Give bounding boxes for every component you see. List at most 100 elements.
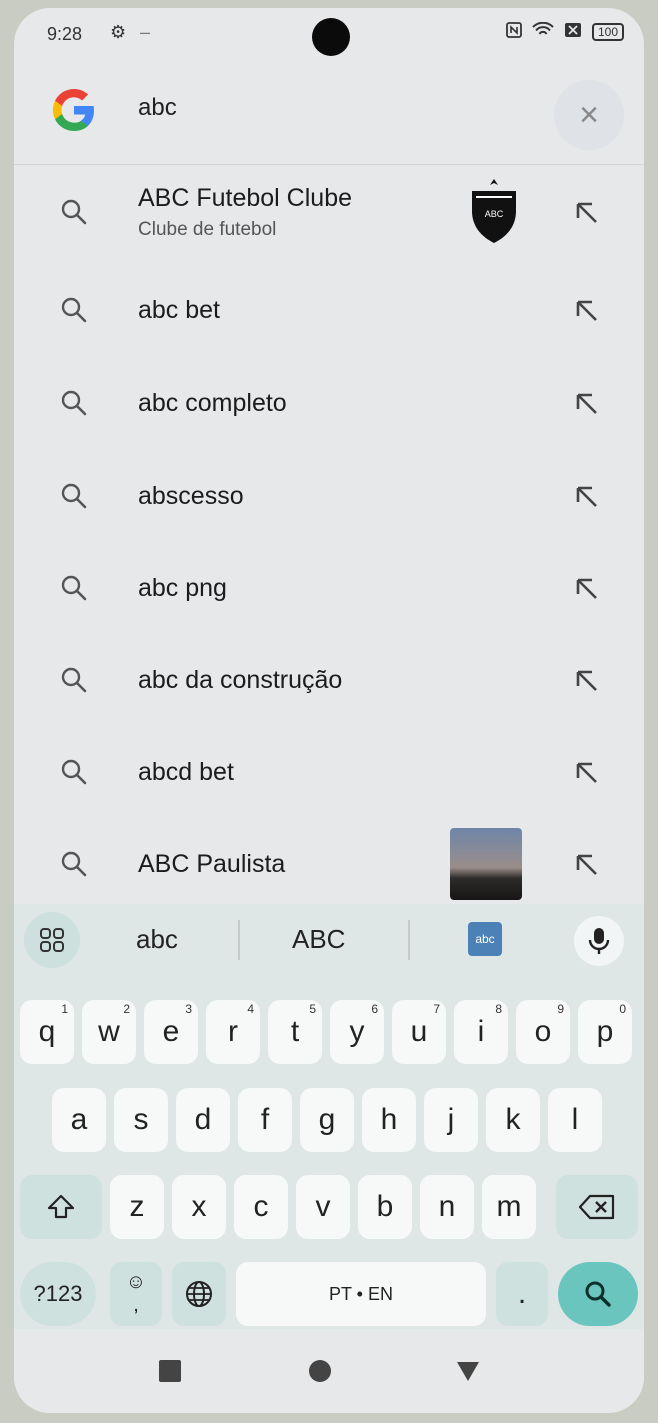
apps-grid-button[interactable] xyxy=(24,912,80,968)
status-bar: 9:28 ⚙ – 100 xyxy=(14,8,644,60)
key-b[interactable]: b xyxy=(358,1175,412,1239)
key-t[interactable]: t5 xyxy=(268,1000,322,1064)
fill-query-arrow-icon[interactable] xyxy=(568,194,604,230)
key-label: r xyxy=(228,1015,238,1048)
suggestion-item[interactable]: abcd bet xyxy=(14,726,644,818)
key-z[interactable]: z xyxy=(110,1175,164,1239)
abc-fc-crest-image: ABC xyxy=(466,177,522,247)
suggestion-title: abc bet xyxy=(138,295,221,324)
key-x[interactable]: x xyxy=(172,1175,226,1239)
fill-query-arrow-icon[interactable] xyxy=(568,292,604,328)
key-hint: 6 xyxy=(371,1002,378,1016)
svg-text:ABC: ABC xyxy=(485,209,504,219)
key-v[interactable]: v xyxy=(296,1175,350,1239)
space-key[interactable]: PT • EN xyxy=(236,1262,486,1326)
suggestion-subtitle: Clube de futebol xyxy=(138,218,277,240)
shift-key[interactable] xyxy=(20,1175,102,1239)
fill-query-arrow-icon[interactable] xyxy=(568,754,604,790)
search-icon xyxy=(54,752,94,792)
suggestion-item[interactable]: ABC Paulista xyxy=(14,818,644,910)
word-suggestion[interactable]: abc xyxy=(136,924,178,955)
suggestion-title: ABC Paulista xyxy=(138,849,286,878)
screen: 9:28 ⚙ – 100 abc × ABC Futebol Clube Clu… xyxy=(14,8,644,1413)
search-icon xyxy=(54,192,94,232)
close-icon: × xyxy=(579,95,599,134)
key-label: t xyxy=(290,1015,300,1048)
backspace-key[interactable] xyxy=(556,1175,638,1239)
suggestion-item[interactable]: abc bet xyxy=(14,264,644,356)
home-button[interactable] xyxy=(300,1351,340,1391)
suggestion-separator xyxy=(408,920,410,960)
suggestion-item[interactable]: abc completo xyxy=(14,357,644,449)
back-button[interactable] xyxy=(448,1351,488,1391)
key-w[interactable]: w2 xyxy=(82,1000,136,1064)
key-y[interactable]: y6 xyxy=(330,1000,384,1064)
fill-query-arrow-icon[interactable] xyxy=(568,846,604,882)
city-thumbnail-image xyxy=(450,828,522,900)
emoji-key[interactable]: ☺ , xyxy=(110,1262,162,1326)
key-g[interactable]: g xyxy=(300,1088,354,1152)
key-d[interactable]: d xyxy=(176,1088,230,1152)
navigation-bar xyxy=(14,1329,644,1413)
fill-query-arrow-icon[interactable] xyxy=(568,478,604,514)
recents-button[interactable] xyxy=(150,1351,190,1391)
symbols-key[interactable]: ?123 xyxy=(20,1262,96,1326)
suggestion-item[interactable]: abc da construção xyxy=(14,634,644,726)
battery-indicator: 100 xyxy=(591,22,624,41)
settings-status-icon: ⚙ xyxy=(110,22,127,42)
key-label: p xyxy=(596,1015,614,1048)
key-label: e xyxy=(162,1015,180,1048)
suggestion-item[interactable]: ABC Futebol Clube Clube de futebol ABC xyxy=(14,164,644,260)
front-camera xyxy=(312,18,350,56)
emoji-icon: ☺ xyxy=(125,1271,147,1293)
suggestion-item[interactable]: abscesso xyxy=(14,450,644,542)
period-key[interactable]: . xyxy=(496,1262,548,1326)
key-s[interactable]: s xyxy=(114,1088,168,1152)
key-label: q xyxy=(38,1015,56,1048)
fill-query-arrow-icon[interactable] xyxy=(568,385,604,421)
key-c[interactable]: c xyxy=(234,1175,288,1239)
key-o[interactable]: o9 xyxy=(516,1000,570,1064)
key-u[interactable]: u7 xyxy=(392,1000,446,1064)
key-hint: 5 xyxy=(309,1002,316,1016)
key-label: u xyxy=(410,1015,428,1048)
key-i[interactable]: i8 xyxy=(454,1000,508,1064)
key-f[interactable]: f xyxy=(238,1088,292,1152)
key-k[interactable]: k xyxy=(486,1088,540,1152)
status-time: 9:28 xyxy=(47,24,83,44)
notification-dash-icon: – xyxy=(140,22,151,42)
sticker-suggestion[interactable]: abc xyxy=(468,922,502,956)
key-l[interactable]: l xyxy=(548,1088,602,1152)
clear-search-button[interactable]: × xyxy=(554,80,624,150)
fill-query-arrow-icon[interactable] xyxy=(568,662,604,698)
wifi-icon xyxy=(532,21,554,41)
sim-icon xyxy=(564,22,582,41)
suggestion-text: ABC Futebol Clube Clube de futebol xyxy=(138,184,352,241)
search-query-input[interactable]: abc xyxy=(138,94,177,122)
key-j[interactable]: j xyxy=(424,1088,478,1152)
key-a[interactable]: a xyxy=(52,1088,106,1152)
key-hint: 9 xyxy=(557,1002,564,1016)
key-h[interactable]: h xyxy=(362,1088,416,1152)
language-key[interactable] xyxy=(172,1262,226,1326)
search-bar: abc × xyxy=(14,60,644,164)
key-label: o xyxy=(534,1015,552,1048)
suggestion-title: ABC Futebol Clube xyxy=(138,183,353,212)
suggestion-item[interactable]: abc png xyxy=(14,542,644,634)
suggestion-title: abscesso xyxy=(138,481,244,510)
key-q[interactable]: q1 xyxy=(20,1000,74,1064)
search-enter-key[interactable] xyxy=(558,1262,638,1326)
key-n[interactable]: n xyxy=(420,1175,474,1239)
fill-query-arrow-icon[interactable] xyxy=(568,570,604,606)
key-p[interactable]: p0 xyxy=(578,1000,632,1064)
suggestion-title: abc da construção xyxy=(138,665,343,694)
comma-label: , xyxy=(133,1294,139,1316)
key-r[interactable]: r4 xyxy=(206,1000,260,1064)
search-icon xyxy=(54,290,94,330)
word-suggestion[interactable]: ABC xyxy=(292,924,345,955)
phone-frame: 9:28 ⚙ – 100 abc × ABC Futebol Clube Clu… xyxy=(0,0,658,1423)
search-icon xyxy=(54,568,94,608)
key-e[interactable]: e3 xyxy=(144,1000,198,1064)
mic-button[interactable] xyxy=(574,916,624,966)
key-m[interactable]: m xyxy=(482,1175,536,1239)
